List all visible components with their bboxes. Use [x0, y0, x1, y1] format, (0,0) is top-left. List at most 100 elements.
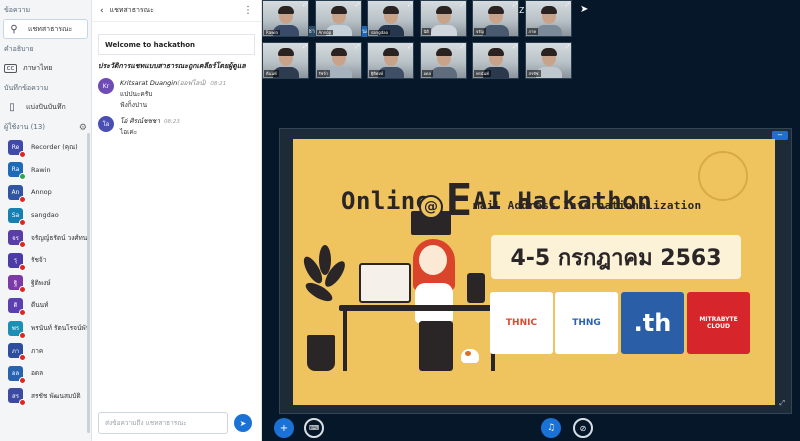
webcam-tile[interactable]: สรชัช ⤢	[524, 42, 572, 79]
sponsor-logo: THNIC	[490, 292, 553, 354]
webcam-tile[interactable]: sangdao ⤢	[367, 0, 414, 37]
chat-cleared-notice: ประวัติการแชทแบบสาธารณะถูกเคลียร์โดยผู้ด…	[98, 62, 246, 70]
expand-icon[interactable]: ⤢	[408, 44, 412, 50]
webcam-tile[interactable]: อดล ⤢	[419, 42, 467, 79]
captions-section-title: คำอธิบาย	[4, 45, 34, 53]
microphone-off-icon	[19, 218, 26, 226]
webcam-tile[interactable]: Rawin ⤢	[262, 0, 309, 37]
avatar-initials: พร	[11, 325, 20, 333]
shared-notes-nav-item[interactable]: ▯ แบ่งปันบันทึก	[0, 97, 91, 117]
user-list-item[interactable]: รุ รัชจ้า	[0, 249, 91, 272]
user-list-item[interactable]: Ra Rawin	[0, 159, 91, 182]
sponsor-logo-text: THNIC	[505, 318, 538, 328]
webcam-user-name: จรัญ	[474, 28, 486, 35]
user-list-item[interactable]: พร พรนันท์ รัตนโรจน์พันธ์	[0, 317, 91, 340]
expand-icon[interactable]: ⤢	[460, 2, 464, 8]
left-navigation-panel: ข้อความ ⚲ แชทสาธารณะ คำอธิบาย cc ภาษาไทย…	[0, 0, 92, 441]
user-name: Rawin	[31, 165, 51, 174]
expand-icon[interactable]: ⤢	[303, 44, 307, 50]
webcam-tile[interactable]: ภาค ⤢	[524, 0, 572, 37]
user-list-item[interactable]: ภา ภาค	[0, 339, 91, 362]
user-list-item[interactable]: Sa sangdao	[0, 204, 91, 227]
expand-icon[interactable]: ⤢	[408, 2, 412, 8]
user-list: Re Recorder (คุณ) Ra Rawin An Annop Sa sangdao จ…	[0, 136, 91, 407]
pot-illustration	[307, 335, 335, 371]
expand-icon[interactable]: ⤢	[303, 2, 307, 8]
meeting-controls-bar: + ⌨ ♫ ⊘	[262, 414, 800, 441]
meeting-main-area: ⚇ JZDSbN โอ่ ศิรณ์ชชชาสรชัช พัฒนสมบัติ R…	[262, 0, 800, 441]
webcam-tile[interactable]: รัชจ้า ⤢	[314, 42, 362, 79]
expand-icon[interactable]: ⤢	[565, 44, 569, 50]
expand-icon[interactable]: ⤢	[513, 44, 517, 50]
avatar-initials: โอ	[102, 121, 110, 128]
webcam-tile[interactable]: พรนันท์ ⤢	[472, 42, 519, 79]
chat-message-input[interactable]: ส่งข้อความถึง แชทสาธารณะ	[98, 412, 228, 434]
avatar-initials: จร	[12, 234, 19, 242]
user-list-item[interactable]: An Annop	[0, 181, 91, 204]
person-legs-illustration	[419, 321, 453, 371]
user-list-item[interactable]: Re Recorder (คุณ)	[0, 136, 91, 159]
more-options-icon[interactable]: ⋮	[243, 5, 253, 16]
avatar-initials: สร	[12, 392, 19, 400]
webcam-tile[interactable]: Annop ⤢	[314, 0, 362, 37]
microphone-off-icon	[19, 150, 26, 158]
user-name: รัชจ้า	[31, 256, 47, 265]
chat-message-text: ฟังก็งปาน	[120, 101, 148, 109]
fullscreen-icon[interactable]: ⤢	[779, 399, 785, 408]
microphone-off-icon	[19, 354, 26, 362]
cat-illustration	[461, 349, 479, 363]
avatar: Kr	[98, 78, 114, 94]
send-button[interactable]: ➤	[234, 414, 252, 432]
webcam-tile[interactable]: นิติ ⤢	[419, 0, 467, 37]
message-time: 08:23	[164, 119, 180, 125]
user-list-scrollbar[interactable]	[87, 133, 90, 433]
chat-header: ‹ แชทสาธารณะ ⋮	[92, 0, 261, 22]
avatar-initials: ภา	[11, 347, 20, 355]
webcam-user-name: Annop	[316, 30, 334, 35]
chevron-left-icon[interactable]: ‹	[100, 6, 104, 16]
webcam-tile[interactable]: จรัญ ⤢	[472, 0, 519, 37]
user-list-item[interactable]: อล อดล	[0, 362, 91, 385]
chat-message-author: โอ่ ศิรณ์ชชชา 08:23	[120, 116, 180, 126]
webcam-user-name: รัชจ้า	[316, 70, 330, 77]
expand-icon[interactable]: ⤢	[355, 44, 359, 50]
audio-button[interactable]: ♫	[541, 418, 561, 438]
user-list-item[interactable]: ดิ ดีนนท์	[0, 294, 91, 317]
sponsor-logo: THNG	[555, 292, 618, 354]
expand-icon[interactable]: ⤢	[460, 44, 464, 50]
avatar: ภา	[8, 343, 26, 362]
public-chat-nav-item[interactable]: ⚲ แชทสาธารณะ	[3, 19, 88, 39]
expand-icon[interactable]: ⤢	[513, 2, 517, 8]
avatar-initials: Kr	[102, 82, 110, 90]
microphone-off-icon	[19, 286, 26, 294]
slide-subtitle: mail Address Internationalization	[473, 199, 702, 212]
avatar-initials: An	[11, 188, 20, 196]
clock-illustration	[698, 151, 748, 201]
avatar-initials: ฐิ	[13, 279, 18, 287]
gear-icon[interactable]: ⚙	[79, 123, 87, 133]
webcam-user-name: พรนันท์	[474, 70, 491, 77]
microphone-off-icon	[19, 399, 26, 407]
user-list-item[interactable]: สร สรชัช พัฒนสมบัติ	[0, 385, 91, 408]
person-body-illustration	[415, 283, 453, 323]
webcam-tile[interactable]: ดีนนท์ ⤢	[262, 42, 309, 79]
webcam-user-name: อดล	[421, 70, 433, 77]
monitor-illustration	[359, 263, 411, 303]
user-name: ฐิติพงษ์	[31, 278, 51, 287]
share-webcam-button[interactable]: ⊘	[573, 418, 593, 438]
webcam-tile[interactable]: ฐิติพงษ์ ⤢	[367, 42, 414, 79]
plus-icon: +	[279, 422, 289, 434]
avatar: รุ	[8, 252, 26, 271]
desk-leg	[343, 311, 347, 371]
sponsor-logo-text: THNG	[572, 318, 601, 328]
captions-thai-nav-item[interactable]: cc ภาษาไทย	[0, 58, 91, 78]
microphone-off-icon	[19, 376, 26, 384]
avatar-initials: ดิ	[13, 302, 18, 310]
chat-panel: ‹ แชทสาธารณะ ⋮ Welcome to hackathon ประว…	[92, 0, 262, 441]
user-list-item[interactable]: จร จรัญญ์ธรัตน์ วงศ์ทนท์...	[0, 226, 91, 249]
expand-icon[interactable]: ⤢	[355, 2, 359, 8]
captions-button[interactable]: ⌨	[304, 418, 324, 438]
user-list-item[interactable]: ฐิ ฐิติพงษ์	[0, 272, 91, 295]
actions-button[interactable]: +	[274, 418, 294, 438]
expand-icon[interactable]: ⤢	[565, 2, 569, 8]
